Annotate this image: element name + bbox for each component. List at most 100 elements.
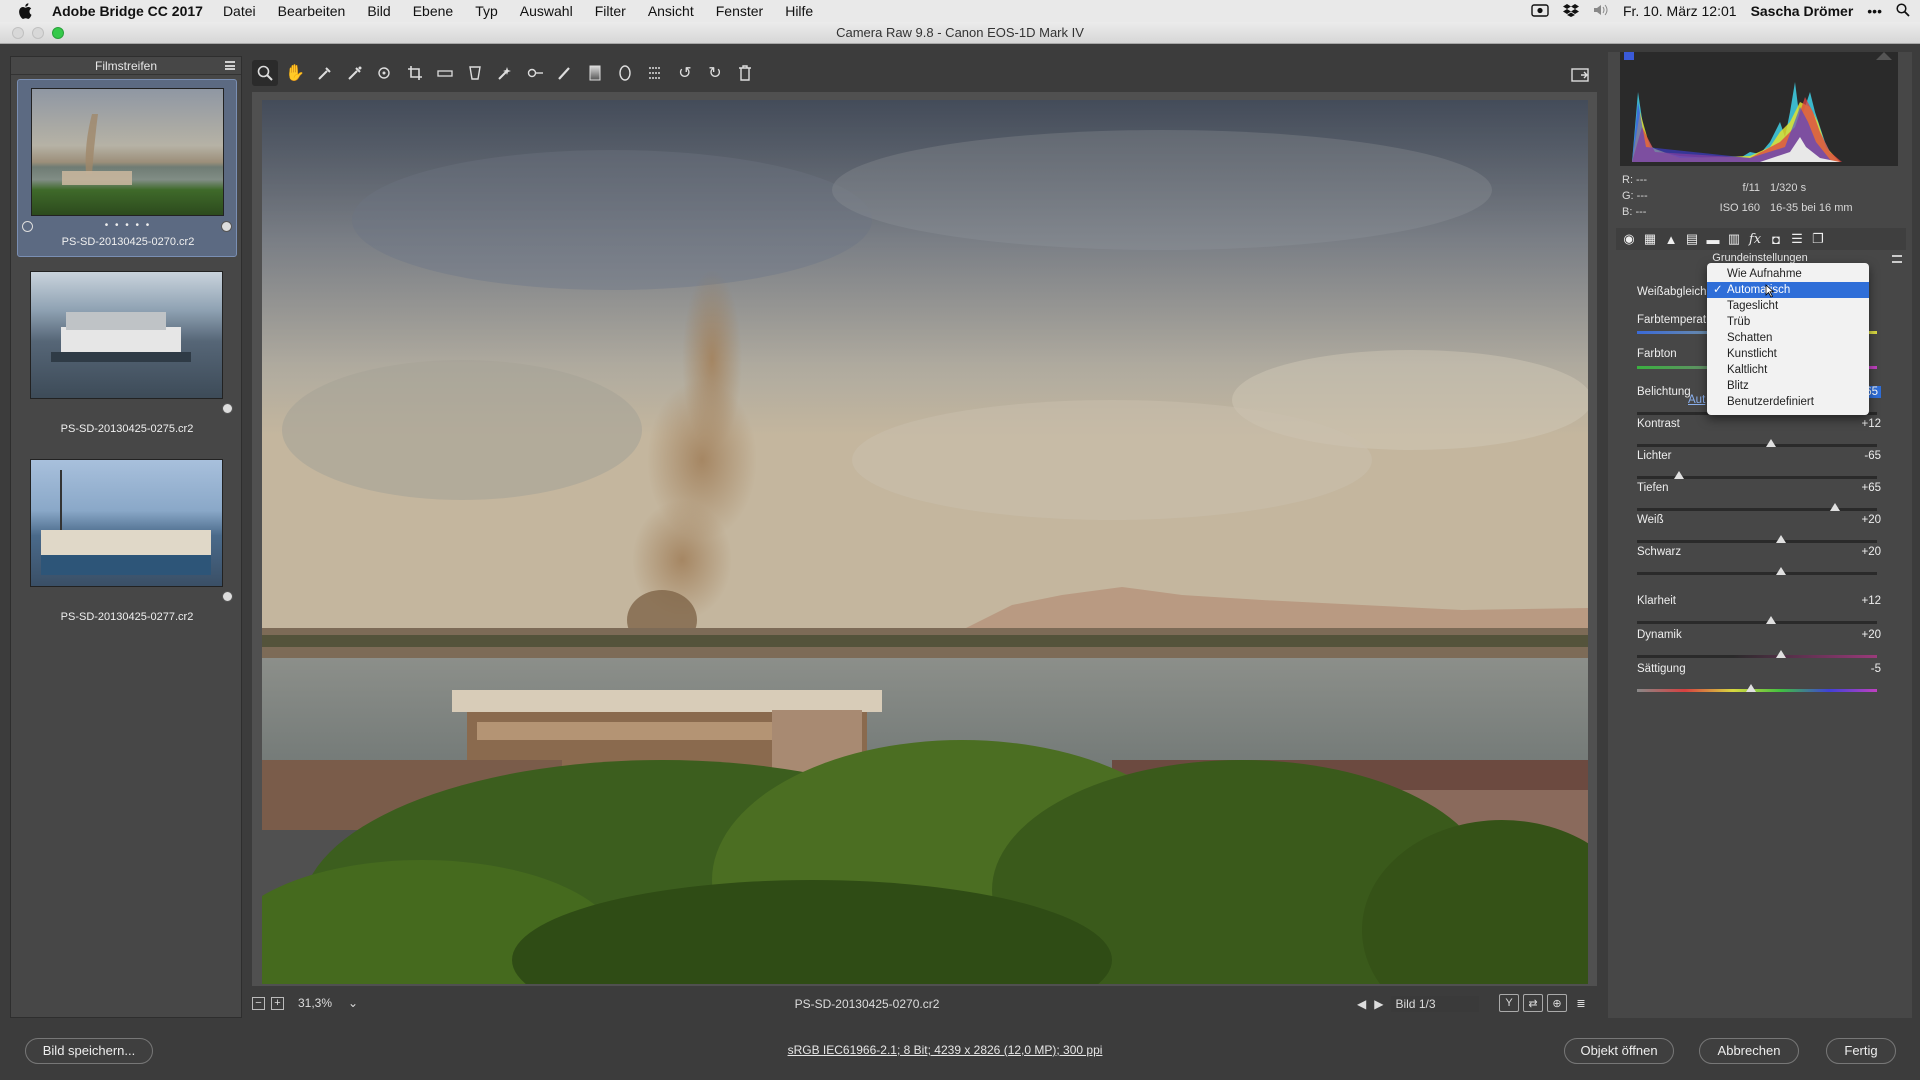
wb-option-daylight[interactable]: Tageslicht <box>1707 298 1869 314</box>
wb-option-as-shot[interactable]: Wie Aufnahme <box>1707 266 1869 282</box>
minimize-window-button[interactable] <box>32 27 44 39</box>
more-icon[interactable]: ••• <box>1867 3 1882 19</box>
adjustment-brush-icon[interactable] <box>552 60 578 86</box>
slider-track[interactable] <box>1637 540 1877 543</box>
apple-icon[interactable] <box>18 3 36 19</box>
slider-handle[interactable] <box>1766 439 1777 447</box>
rotate-icon[interactable] <box>22 221 33 232</box>
slider-handle[interactable] <box>1674 471 1684 479</box>
menu-auswahl[interactable]: Auswahl <box>520 3 573 19</box>
effects-tab-icon[interactable]: fx <box>1746 230 1764 248</box>
menu-bearbeiten[interactable]: Bearbeiten <box>278 3 346 19</box>
close-window-button[interactable] <box>12 27 24 39</box>
wb-option-cloudy[interactable]: Trüb <box>1707 314 1869 330</box>
volume-icon[interactable] <box>1593 3 1609 20</box>
menu-ebene[interactable]: Ebene <box>413 3 453 19</box>
app-name[interactable]: Adobe Bridge CC 2017 <box>52 3 203 19</box>
toggle-settings-icon[interactable]: ≣ <box>1571 994 1591 1012</box>
zoom-tool-icon[interactable] <box>252 60 278 86</box>
copy-settings-icon[interactable]: ⊕ <box>1547 994 1567 1012</box>
swap-settings-icon[interactable]: ⇄ <box>1523 994 1543 1012</box>
menu-datei[interactable]: Datei <box>223 3 256 19</box>
slider-handle[interactable] <box>1776 567 1786 575</box>
slider-track[interactable] <box>1637 621 1877 624</box>
wb-option-fluorescent[interactable]: Kaltlicht <box>1707 362 1869 378</box>
white-balance-tool-icon[interactable] <box>312 60 338 86</box>
slider-value-field[interactable]: +20 <box>1841 514 1881 526</box>
slider-value-field[interactable]: +20 <box>1841 629 1881 641</box>
slider-track[interactable] <box>1637 689 1877 692</box>
menu-filter[interactable]: Filter <box>595 3 626 19</box>
transform-tool-icon[interactable] <box>462 60 488 86</box>
wb-option-custom[interactable]: Benutzerdefiniert <box>1707 394 1869 410</box>
rating-dots[interactable]: • • • • • <box>18 220 238 231</box>
section-menu-icon[interactable] <box>1892 255 1902 263</box>
slider-handle[interactable] <box>1746 684 1756 692</box>
fullscreen-toggle-icon[interactable] <box>1567 62 1593 88</box>
slider-value-field[interactable]: +20 <box>1841 546 1881 558</box>
slider-handle[interactable] <box>1776 535 1786 543</box>
menu-fenster[interactable]: Fenster <box>716 3 763 19</box>
crop-tool-icon[interactable] <box>402 60 428 86</box>
wb-option-auto[interactable]: ✓ Automatisch <box>1707 282 1869 298</box>
filmstrip-item[interactable]: • • • • • PS-SD-20130425-0270.cr2 <box>17 79 237 257</box>
rotate-right-icon[interactable]: ↻ <box>702 60 728 86</box>
done-button[interactable]: Fertig <box>1826 1038 1896 1064</box>
slider-handle[interactable] <box>1766 616 1777 624</box>
trash-icon[interactable] <box>732 60 758 86</box>
tone-curve-tab-icon[interactable]: ▦ <box>1641 230 1659 248</box>
next-image-icon[interactable]: ▶ <box>1374 997 1383 1011</box>
radial-filter-icon[interactable] <box>612 60 638 86</box>
rotate-left-icon[interactable]: ↺ <box>672 60 698 86</box>
prev-image-icon[interactable]: ◀ <box>1357 997 1366 1011</box>
wb-option-shade[interactable]: Schatten <box>1707 330 1869 346</box>
slider-track[interactable] <box>1637 655 1877 658</box>
dropbox-icon[interactable] <box>1562 3 1579 20</box>
preview-image[interactable] <box>262 100 1588 984</box>
red-eye-tool-icon[interactable] <box>522 60 548 86</box>
menu-typ[interactable]: Typ <box>475 3 498 19</box>
filmstrip-menu-icon[interactable] <box>225 61 235 70</box>
filmstrip-item[interactable]: PS-SD-20130425-0275.cr2 <box>17 267 237 445</box>
slider-value-field[interactable]: -65 <box>1841 450 1881 462</box>
presets-tab-icon[interactable]: ☰ <box>1788 230 1806 248</box>
graduated-filter-icon[interactable] <box>582 60 608 86</box>
slider-track[interactable] <box>1637 508 1877 511</box>
menu-hilfe[interactable]: Hilfe <box>785 3 813 19</box>
hsl-tab-icon[interactable]: ▤ <box>1683 230 1701 248</box>
spotlight-search-icon[interactable] <box>1896 2 1910 20</box>
straighten-tool-icon[interactable] <box>432 60 458 86</box>
cancel-button[interactable]: Abbrechen <box>1699 1038 1799 1064</box>
slider-value-field[interactable]: +65 <box>1841 482 1881 494</box>
slider-track[interactable] <box>1637 572 1877 575</box>
screen-record-icon[interactable] <box>1531 3 1549 20</box>
clock[interactable]: Fr. 10. März 12:01 <box>1623 3 1737 19</box>
detail-tab-icon[interactable]: ▲ <box>1662 230 1680 248</box>
slider-track[interactable] <box>1637 444 1877 447</box>
slider-value-field[interactable]: -5 <box>1841 663 1881 675</box>
slider-value-field[interactable]: +12 <box>1841 418 1881 430</box>
lens-corrections-tab-icon[interactable]: ▥ <box>1725 230 1743 248</box>
basic-tab-icon[interactable]: ◉ <box>1620 230 1638 248</box>
split-toning-tab-icon[interactable]: ▬ <box>1704 230 1722 248</box>
slider-handle[interactable] <box>1830 503 1840 511</box>
wb-option-flash[interactable]: Blitz <box>1707 378 1869 394</box>
color-sampler-tool-icon[interactable] <box>342 60 368 86</box>
user-name[interactable]: Sascha Drömer <box>1751 3 1854 19</box>
before-after-toggle-icon[interactable]: Y <box>1499 994 1519 1012</box>
menu-ansicht[interactable]: Ansicht <box>648 3 694 19</box>
slider-handle[interactable] <box>1776 650 1786 658</box>
menu-bild[interactable]: Bild <box>367 3 390 19</box>
filmstrip-item[interactable]: PS-SD-20130425-0277.cr2 <box>17 455 237 633</box>
preferences-list-icon[interactable] <box>642 60 668 86</box>
zoom-window-button[interactable] <box>52 27 64 39</box>
hand-tool-icon[interactable]: ✋ <box>282 60 308 86</box>
spot-removal-tool-icon[interactable] <box>492 60 518 86</box>
camera-calibration-tab-icon[interactable]: ◘ <box>1767 230 1785 248</box>
slider-value-field[interactable]: +12 <box>1841 595 1881 607</box>
wb-option-tungsten[interactable]: Kunstlicht <box>1707 346 1869 362</box>
targeted-adjustment-tool-icon[interactable] <box>372 60 398 86</box>
open-object-button[interactable]: Objekt öffnen <box>1564 1038 1674 1064</box>
snapshots-tab-icon[interactable]: ❐ <box>1809 230 1827 248</box>
slider-track[interactable] <box>1637 476 1877 479</box>
